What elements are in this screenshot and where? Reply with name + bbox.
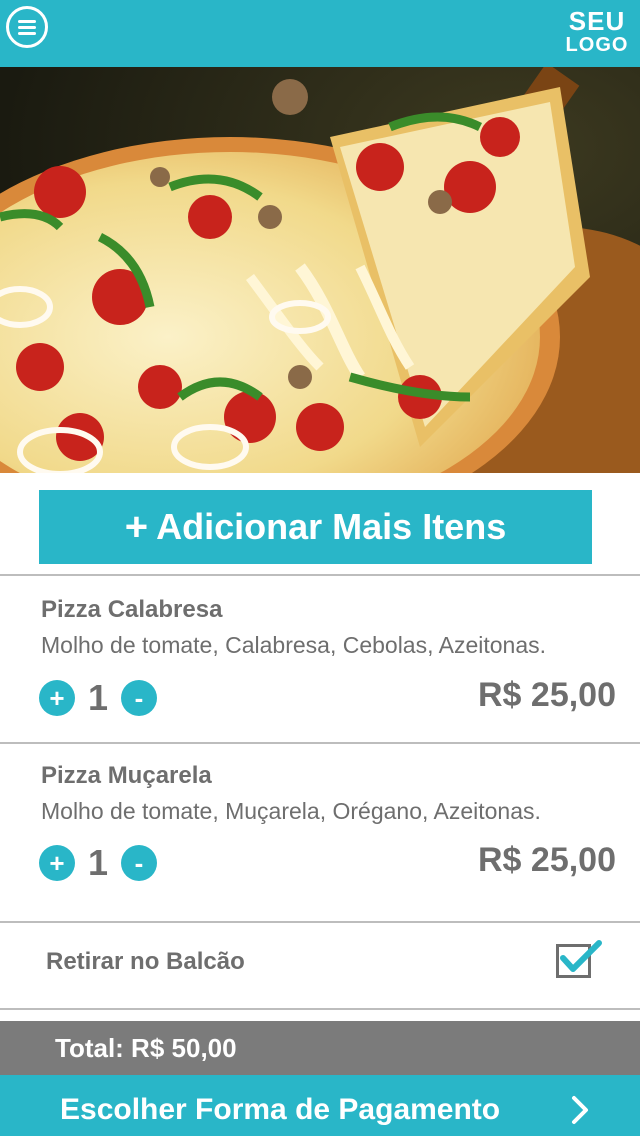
hamburger-menu-icon[interactable] (6, 6, 48, 48)
quantity-value: 1 (88, 677, 109, 718)
item-name: Pizza Muçarela (41, 762, 212, 789)
choose-payment-button[interactable]: Escolher Forma de Pagamento (0, 1075, 640, 1136)
decrement-quantity-button[interactable]: - (121, 845, 157, 881)
cart-item: Pizza Calabresa Molho de tomate, Calabre… (0, 576, 640, 742)
top-bar: SEU LOGO (0, 0, 640, 67)
add-more-items-button[interactable]: + Adicionar Mais Itens (39, 490, 592, 564)
logo-line-1: SEU (568, 6, 626, 36)
item-price: R$ 25,00 (478, 676, 616, 714)
order-total: Total: R$ 50,00 (55, 1033, 237, 1063)
item-name: Pizza Calabresa (41, 596, 223, 623)
pickup-checkbox[interactable] (556, 940, 602, 978)
cart-item: Pizza Muçarela Molho de tomate, Muçarela… (0, 744, 640, 922)
chevron-right-icon (572, 1096, 588, 1124)
logo: SEU LOGO (562, 8, 632, 55)
decrement-quantity-button[interactable]: - (121, 680, 157, 716)
pizza-hero-image (0, 67, 640, 473)
plus-icon: + (124, 504, 149, 549)
choose-payment-label: Escolher Forma de Pagamento (60, 1093, 501, 1126)
checkmark-icon (556, 940, 602, 978)
increment-quantity-button[interactable]: + (39, 845, 75, 881)
divider (0, 921, 640, 923)
logo-line-2: LOGO (565, 34, 629, 56)
pickup-label: Retirar no Balcão (46, 948, 245, 975)
divider (0, 1008, 640, 1010)
add-more-items-label: Adicionar Mais Itens (156, 506, 507, 547)
item-description: Molho de tomate, Muçarela, Orégano, Azei… (41, 798, 541, 824)
total-bar: Total: R$ 50,00 (0, 1021, 640, 1075)
item-description: Molho de tomate, Calabresa, Cebolas, Aze… (41, 632, 547, 658)
item-price: R$ 25,00 (478, 841, 616, 879)
increment-quantity-button[interactable]: + (39, 680, 75, 716)
quantity-value: 1 (88, 842, 109, 883)
